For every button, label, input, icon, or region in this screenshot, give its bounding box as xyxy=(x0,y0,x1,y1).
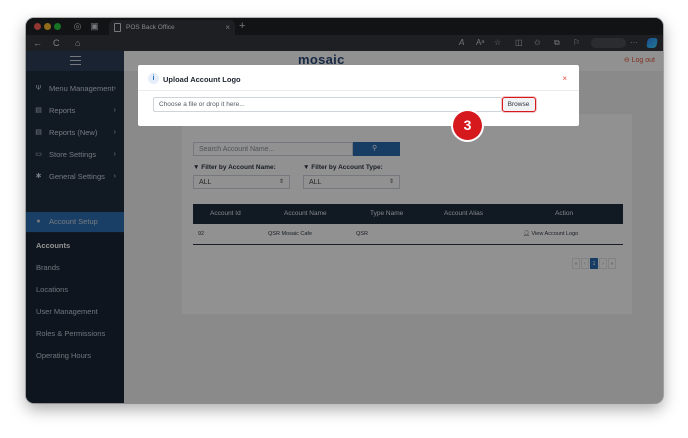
browse-button[interactable]: Browse xyxy=(502,97,536,112)
step-number: 3 xyxy=(463,117,472,133)
browse-label: Browse xyxy=(507,101,530,108)
file-drop-input[interactable]: Choose a file or drop it here... xyxy=(153,97,502,112)
modal-divider xyxy=(138,90,579,91)
modal-title: Upload Account Logo xyxy=(163,75,241,84)
upload-logo-modal: i Upload Account Logo × Choose a file or… xyxy=(138,65,579,126)
step-number-badge: 3 xyxy=(453,111,482,140)
info-icon: i xyxy=(148,73,159,84)
browser-window: ◎ ▣ POS Back Office × + ← C ⌂ 𝘈 Aᵃ ☆ ◫ ✩… xyxy=(26,18,663,403)
modal-close-icon[interactable]: × xyxy=(562,73,567,85)
file-placeholder: Choose a file or drop it here... xyxy=(159,101,245,108)
screenshot-stage: ◎ ▣ POS Back Office × + ← C ⌂ 𝘈 Aᵃ ☆ ◫ ✩… xyxy=(0,0,688,438)
